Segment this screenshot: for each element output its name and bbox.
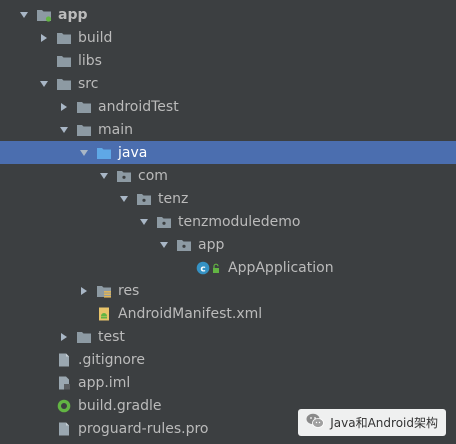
folder-icon xyxy=(76,330,92,344)
tree-item-java[interactable]: java xyxy=(0,141,456,164)
chevron-down-icon[interactable] xyxy=(58,124,70,136)
folder-icon xyxy=(56,77,72,91)
tree-item-label: res xyxy=(118,282,140,299)
chevron-down-icon[interactable] xyxy=(38,78,50,90)
tree-item-label: app xyxy=(58,6,88,23)
module-folder-icon xyxy=(36,8,52,22)
tree-item-androidmanifest-xml[interactable]: AndroidManifest.xml xyxy=(0,302,456,325)
chevron-right-icon[interactable] xyxy=(58,101,70,113)
gradle-file-icon xyxy=(56,399,72,413)
chevron-down-icon[interactable] xyxy=(138,216,150,228)
tree-item-label: build.gradle xyxy=(78,397,162,414)
package-icon xyxy=(156,215,172,229)
text-file-icon xyxy=(56,422,72,436)
chevron-down-icon[interactable] xyxy=(18,9,30,21)
source-folder-icon xyxy=(96,146,112,160)
watermark: Java和Android架构 xyxy=(298,409,446,436)
resource-folder-icon xyxy=(96,284,112,298)
tree-item-tenz[interactable]: tenz xyxy=(0,187,456,210)
tree-item-label: main xyxy=(98,121,133,138)
iml-file-icon xyxy=(56,376,72,390)
tree-item-app-iml[interactable]: app.iml xyxy=(0,371,456,394)
svg-text:c: c xyxy=(200,264,205,274)
tree-item-res[interactable]: res xyxy=(0,279,456,302)
folder-icon xyxy=(76,100,92,114)
tree-item-label: libs xyxy=(78,52,102,69)
chevron-down-icon[interactable] xyxy=(158,239,170,251)
tree-item-label: AndroidManifest.xml xyxy=(118,305,263,322)
tree-item-src[interactable]: src xyxy=(0,72,456,95)
tree-item-label: tenz xyxy=(158,190,189,207)
tree-item-label: app.iml xyxy=(78,374,131,391)
tree-item-app[interactable]: app xyxy=(0,3,456,26)
watermark-text: Java和Android架构 xyxy=(330,416,438,430)
tree-item-com[interactable]: com xyxy=(0,164,456,187)
chevron-right-icon[interactable] xyxy=(38,32,50,44)
chevron-down-icon[interactable] xyxy=(118,193,130,205)
tree-item-label: AppApplication xyxy=(228,259,334,276)
tree-item-label: .gitignore xyxy=(78,351,145,368)
project-tree: app build libs src androidTest main java com ten… xyxy=(0,0,456,444)
tree-item-label: test xyxy=(98,328,125,345)
manifest-file-icon xyxy=(96,307,112,321)
tree-item-build[interactable]: build xyxy=(0,26,456,49)
tree-item-appapplication[interactable]: c AppApplication xyxy=(0,256,456,279)
folder-icon xyxy=(56,31,72,45)
tree-item-label: com xyxy=(138,167,168,184)
tree-item-main[interactable]: main xyxy=(0,118,456,141)
text-file-icon xyxy=(56,353,72,367)
tree-item-label: androidTest xyxy=(98,98,179,115)
chevron-down-icon[interactable] xyxy=(98,170,110,182)
class-icon: c xyxy=(196,261,222,275)
chevron-right-icon[interactable] xyxy=(78,285,90,297)
folder-icon xyxy=(76,123,92,137)
tree-item-label: proguard-rules.pro xyxy=(78,420,209,437)
package-icon xyxy=(136,192,152,206)
folder-icon xyxy=(56,54,72,68)
tree-item-label: src xyxy=(78,75,99,92)
wechat-icon xyxy=(306,413,325,432)
tree-item-gitignore[interactable]: .gitignore xyxy=(0,348,456,371)
tree-item-label: tenzmoduledemo xyxy=(178,213,301,230)
tree-item-label: app xyxy=(198,236,225,253)
package-icon xyxy=(176,238,192,252)
tree-item-tenzmoduledemo[interactable]: tenzmoduledemo xyxy=(0,210,456,233)
tree-item-label: java xyxy=(118,144,148,161)
tree-item-libs[interactable]: libs xyxy=(0,49,456,72)
chevron-right-icon[interactable] xyxy=(58,331,70,343)
tree-item-test[interactable]: test xyxy=(0,325,456,348)
tree-item-app[interactable]: app xyxy=(0,233,456,256)
chevron-down-icon[interactable] xyxy=(78,147,90,159)
tree-item-label: build xyxy=(78,29,113,46)
package-icon xyxy=(116,169,132,183)
tree-item-androidtest[interactable]: androidTest xyxy=(0,95,456,118)
